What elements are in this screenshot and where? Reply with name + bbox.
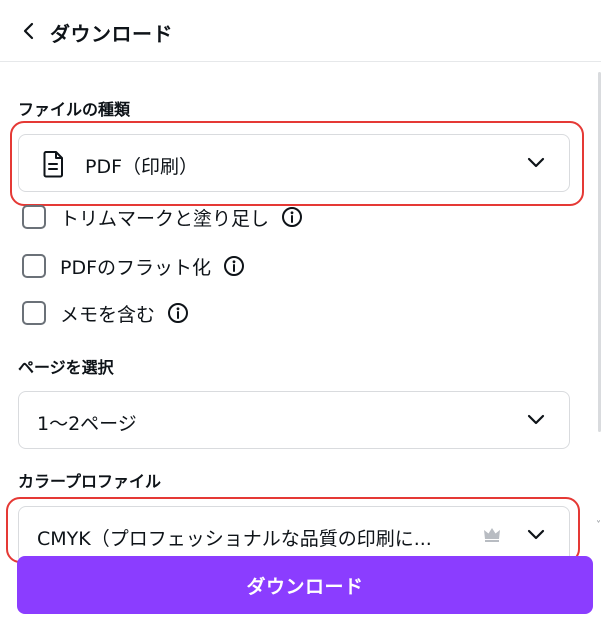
info-icon[interactable] <box>167 302 189 324</box>
download-button[interactable]: ダウンロード <box>17 556 593 614</box>
info-icon[interactable] <box>223 255 245 277</box>
page-select-value: 1〜2ページ <box>37 413 137 435</box>
page-title: ダウンロード <box>50 22 173 46</box>
back-button[interactable] <box>18 20 40 42</box>
scroll-down-arrow-icon[interactable]: ˅ <box>596 520 601 531</box>
include-notes-checkbox[interactable] <box>22 301 46 325</box>
document-icon <box>43 151 63 178</box>
color-profile-value: CMYK（プロフェッショナルな品質の印刷に... <box>37 528 432 550</box>
flatten-pdf-checkbox[interactable] <box>22 254 46 278</box>
file-type-value: PDF（印刷） <box>85 156 199 178</box>
option-flatten-pdf[interactable]: PDFのフラット化 <box>22 253 245 279</box>
panel-header: ダウンロード <box>0 0 601 62</box>
info-icon[interactable] <box>281 206 303 228</box>
chevron-down-icon <box>527 414 545 425</box>
page-select[interactable]: 1〜2ページ <box>18 391 570 449</box>
file-type-select[interactable]: PDF（印刷） <box>18 134 570 192</box>
crown-icon <box>484 528 500 542</box>
include-notes-label: メモを含む <box>60 303 156 326</box>
chevron-left-icon <box>23 22 34 40</box>
chevron-down-icon <box>527 157 545 168</box>
trim-marks-checkbox[interactable] <box>22 205 46 229</box>
file-type-label: ファイルの種類 <box>18 100 131 119</box>
option-trim-marks[interactable]: トリムマークと塗り足し <box>22 204 303 230</box>
page-select-label: ページを選択 <box>18 358 114 377</box>
option-include-notes[interactable]: メモを含む <box>22 300 189 326</box>
flatten-pdf-label: PDFのフラット化 <box>60 256 212 279</box>
color-profile-label: カラープロファイル <box>18 472 162 491</box>
trim-marks-label: トリムマークと塗り足し <box>60 207 270 230</box>
chevron-down-icon <box>527 529 545 540</box>
